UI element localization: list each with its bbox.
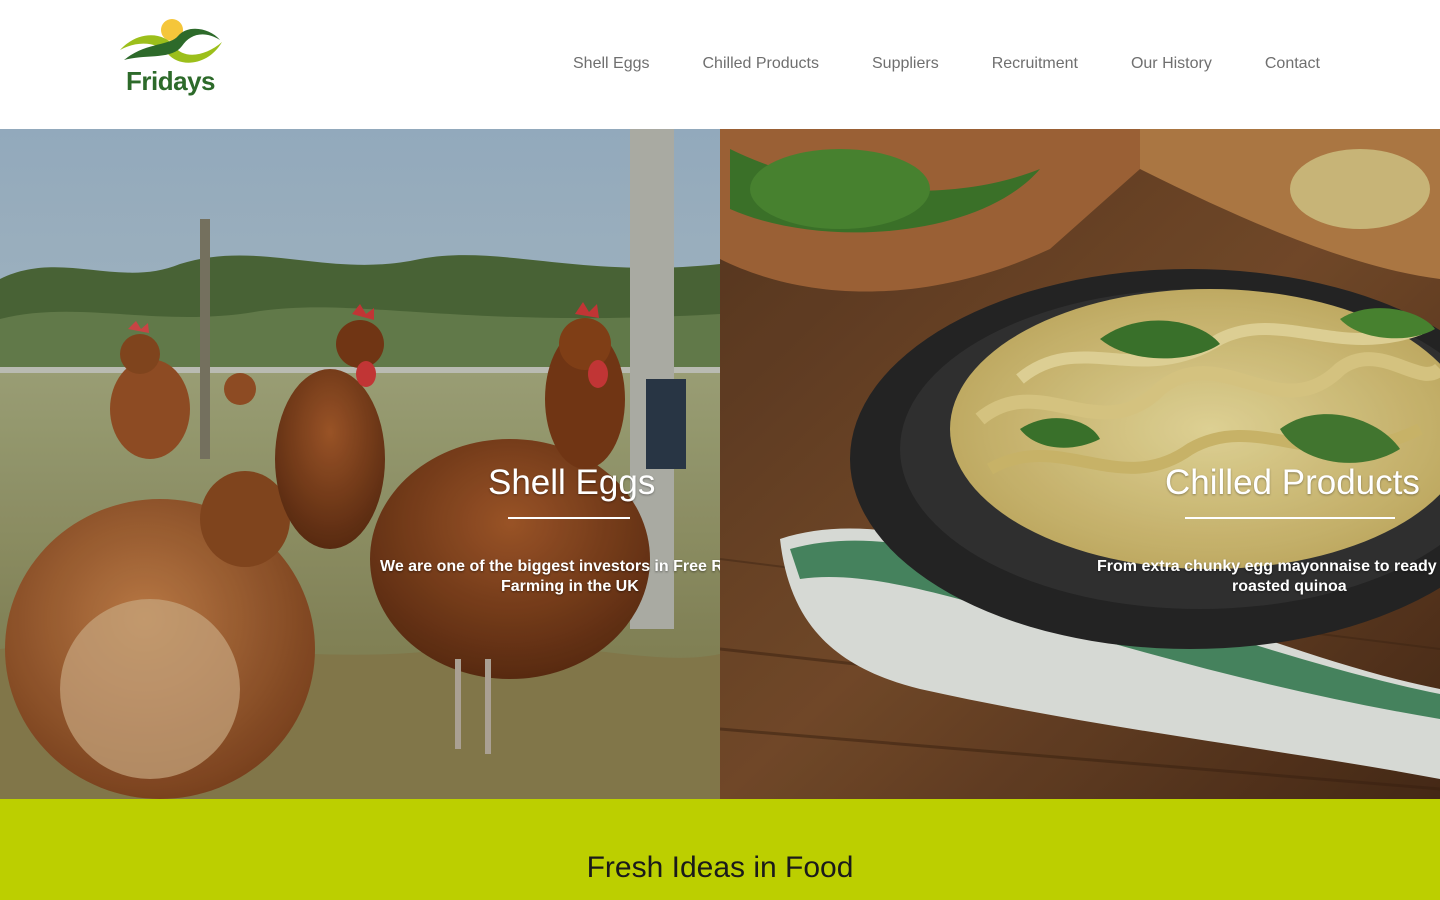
main-nav: Shell Eggs Chilled Products Suppliers Re… [573,54,1320,74]
hero-desc-chilled-products: From extra chunky egg mayonnaise to read… [1097,557,1440,597]
nav-recruitment[interactable]: Recruitment [992,54,1078,74]
nav-chilled-products[interactable]: Chilled Products [703,54,820,74]
fridays-logo[interactable]: Fridays [118,16,224,100]
logo-wordmark: Fridays [126,66,216,96]
desc-line-2: roasted quinoa [1232,578,1347,595]
logo-mark-icon [120,19,222,63]
site-header: Fridays Shell Eggs Chilled Products Supp… [0,0,1440,129]
tagline-heading: Fresh Ideas in Food [586,851,854,884]
desc-line-2: Farming in the UK [501,578,639,595]
hero-desc-shell-eggs: We are one of the biggest investors in F… [380,557,720,597]
desc-line-1: We are one of the biggest investors in F… [380,558,720,575]
nav-contact[interactable]: Contact [1265,54,1320,74]
hero-panel-shell-eggs[interactable]: Shell Eggs We are one of the biggest inv… [0,129,720,799]
title-underline [1185,517,1395,519]
desc-line-1: From extra chunky egg mayonnaise to read… [1097,558,1437,575]
nav-shell-eggs[interactable]: Shell Eggs [573,54,650,74]
tagline-band: Fresh Ideas in Food [0,799,1440,900]
hero-title-chilled-products: Chilled Products [1165,463,1420,502]
hero-title-shell-eggs: Shell Eggs [488,463,656,502]
nav-our-history[interactable]: Our History [1131,54,1212,74]
hero-panel-chilled-products[interactable]: Chilled Products From extra chunky egg m… [720,129,1440,799]
title-underline [508,517,630,519]
nav-suppliers[interactable]: Suppliers [872,54,939,74]
